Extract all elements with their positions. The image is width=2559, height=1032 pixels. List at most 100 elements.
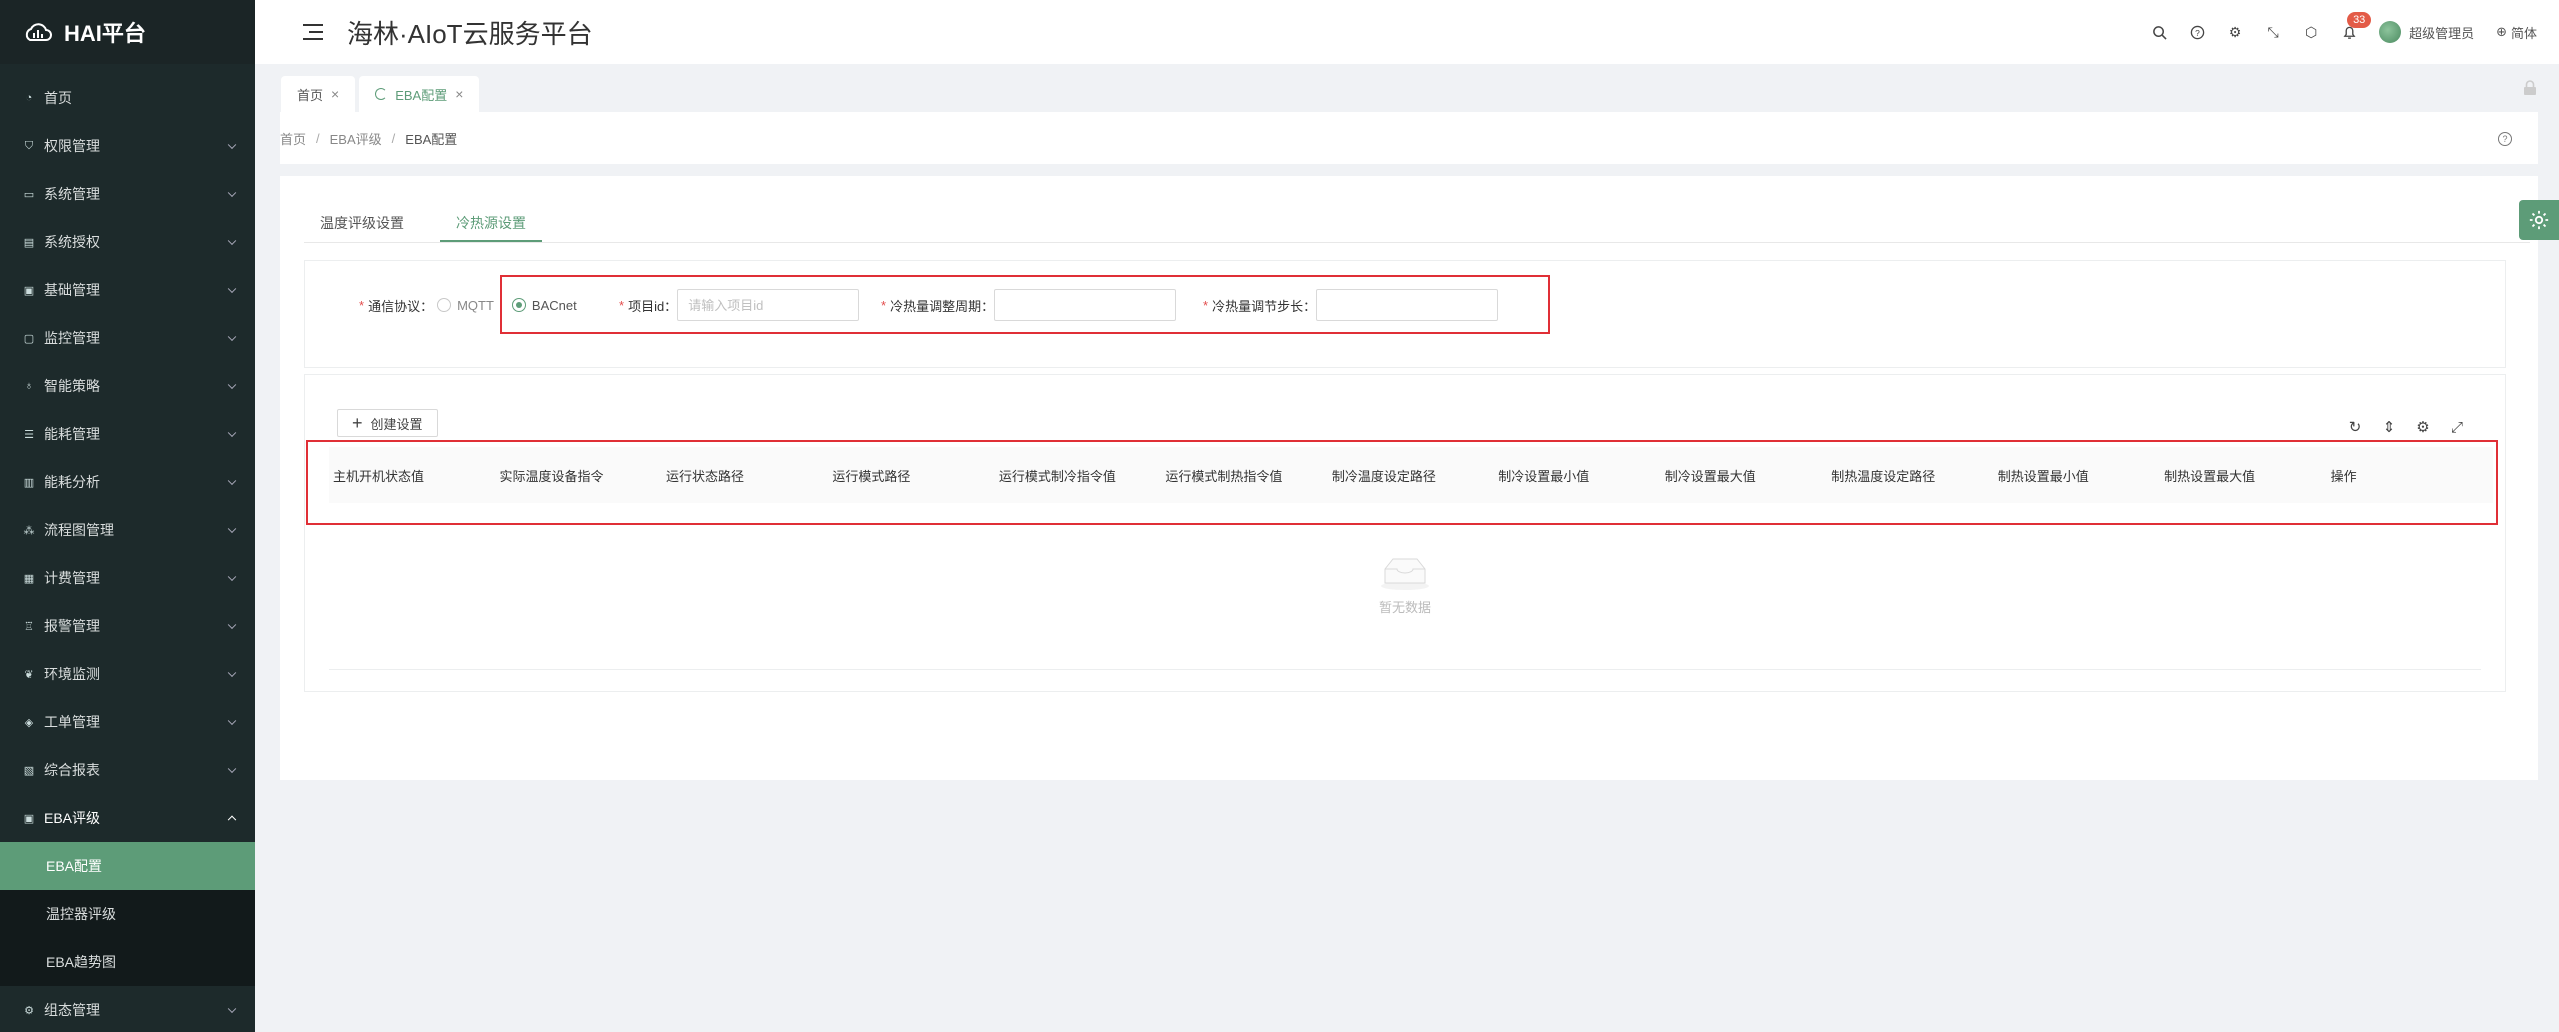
floating-settings-button[interactable] bbox=[2519, 200, 2559, 240]
create-button-label: 创建设置 bbox=[370, 416, 423, 432]
notification-badge: 33 bbox=[2347, 12, 2372, 28]
highlight-box-form bbox=[500, 275, 1550, 334]
tab-temperature-rating[interactable]: 温度评级设置 bbox=[320, 204, 404, 242]
sidebar-item-environment[interactable]: ❦ 环境监测 bbox=[0, 650, 255, 698]
tab-eba-config[interactable]: EBA配置 × bbox=[359, 76, 480, 112]
sidebar-item-configuration[interactable]: ⚙ 组态管理 bbox=[0, 986, 255, 1032]
list-icon: ☰ bbox=[24, 428, 34, 441]
theme-icon[interactable]: ⬡ bbox=[2303, 24, 2319, 40]
refresh-icon[interactable] bbox=[375, 88, 388, 100]
cloud-logo-icon bbox=[25, 23, 52, 41]
question-icon[interactable]: ? bbox=[2498, 132, 2512, 146]
screen-icon: ▢ bbox=[23, 332, 35, 345]
sidebar-item-system[interactable]: ▭ 系统管理 bbox=[0, 170, 255, 218]
sidebar-subitem-eba-trend[interactable]: EBA趋势图 bbox=[0, 938, 255, 986]
chevron-down-icon bbox=[227, 380, 237, 390]
sidebar-item-label: 工单管理 bbox=[44, 714, 100, 730]
eba-submenu: EBA配置 温控器评级 EBA趋势图 bbox=[0, 842, 255, 986]
sidebar-item-label: 温控器评级 bbox=[46, 906, 116, 922]
sidebar-item-workorder[interactable]: ◈ 工单管理 bbox=[0, 698, 255, 746]
flow-icon: ⁂ bbox=[23, 524, 35, 537]
top-header: 海林·AIoT云服务平台 ? ⚙ ⤡ ⬡ 33 超级管理员 ⊕ 简体 bbox=[255, 0, 2559, 64]
chevron-up-icon bbox=[227, 815, 237, 825]
sidebar-item-label: 监控管理 bbox=[44, 330, 100, 346]
dashboard-icon: ◔ bbox=[25, 92, 33, 104]
monitor-icon: ▭ bbox=[23, 188, 35, 201]
sidebar-item-permission[interactable]: ⛉ 权限管理 bbox=[0, 122, 255, 170]
chevron-down-icon bbox=[227, 284, 237, 294]
empty-box-icon bbox=[1381, 558, 1429, 590]
sidebar-item-alarm[interactable]: ♖ 报警管理 bbox=[0, 602, 255, 650]
breadcrumb-separator: / bbox=[316, 130, 320, 146]
column-height-icon[interactable]: ⇕ bbox=[2381, 419, 2397, 436]
sidebar-item-basic[interactable]: ▣ 基础管理 bbox=[0, 266, 255, 314]
close-icon[interactable]: × bbox=[331, 86, 339, 102]
bulb-icon: ♁ bbox=[24, 380, 34, 392]
tab-home[interactable]: 首页 × bbox=[281, 76, 356, 112]
breadcrumb-item[interactable]: 首页 bbox=[280, 129, 306, 148]
sidebar-item-report[interactable]: ▧ 综合报表 bbox=[0, 746, 255, 794]
alarm-icon: ♖ bbox=[24, 620, 34, 633]
user-menu[interactable]: 超级管理员 bbox=[2379, 21, 2474, 43]
chevron-down-icon bbox=[227, 428, 237, 438]
tab-label: EBA配置 bbox=[395, 87, 448, 103]
radio-circle[interactable] bbox=[437, 298, 452, 312]
sidebar-item-home[interactable]: ◔ 首页 bbox=[0, 74, 255, 122]
fullscreen-icon[interactable]: ⤡ bbox=[2265, 24, 2281, 40]
sidebar-item-label: 流程图管理 bbox=[44, 522, 114, 538]
chevron-down-icon bbox=[227, 140, 237, 150]
protocol-label: 通信协议： bbox=[368, 298, 434, 314]
sidebar-item-energy[interactable]: ☰ 能耗管理 bbox=[0, 410, 255, 458]
report-icon: ▧ bbox=[23, 764, 35, 777]
settings-icon[interactable]: ⚙ bbox=[2415, 419, 2431, 436]
menu-fold-icon[interactable] bbox=[303, 23, 325, 41]
create-setting-button[interactable]: + 创建设置 bbox=[337, 409, 438, 437]
help-icon[interactable]: ? bbox=[2189, 24, 2205, 40]
chevron-down-icon bbox=[227, 764, 237, 774]
refresh-icon[interactable]: ↻ bbox=[2347, 419, 2363, 436]
radio-mqtt[interactable]: MQTT bbox=[437, 298, 494, 313]
sidebar-item-label: EBA评级 bbox=[44, 810, 101, 826]
chevron-down-icon bbox=[227, 332, 237, 342]
content-tabs: 温度评级设置 冷热源设置 bbox=[320, 204, 542, 242]
tab-label: 首页 bbox=[297, 87, 324, 103]
logo-text: HAI平台 bbox=[64, 21, 146, 46]
bar-icon: ▥ bbox=[23, 476, 35, 489]
sidebar-subitem-eba-config[interactable]: EBA配置 bbox=[0, 842, 255, 890]
bill-icon: ▦ bbox=[23, 572, 35, 585]
sidebar-item-flow[interactable]: ⁂ 流程图管理 bbox=[0, 506, 255, 554]
sidebar-item-strategy[interactable]: ♁ 智能策略 bbox=[0, 362, 255, 410]
page-title: 海林·AIoT云服务平台 bbox=[347, 18, 593, 49]
sidebar-item-label: 组态管理 bbox=[44, 1002, 100, 1018]
sidebar-subitem-thermostat-rating[interactable]: 温控器评级 bbox=[0, 890, 255, 938]
sidebar-item-label: 权限管理 bbox=[44, 138, 100, 154]
fullscreen-icon[interactable]: ⤢ bbox=[2449, 419, 2465, 436]
logo[interactable]: HAI平台 bbox=[0, 0, 255, 64]
tab-cold-heat-source[interactable]: 冷热源设置 bbox=[440, 204, 542, 242]
highlight-box-table-header bbox=[306, 440, 2498, 525]
sidebar-item-monitor[interactable]: ▢ 监控管理 bbox=[0, 314, 255, 362]
settings-icon[interactable]: ⚙ bbox=[2227, 24, 2243, 40]
sidebar-item-analysis[interactable]: ▥ 能耗分析 bbox=[0, 458, 255, 506]
language-switch[interactable]: ⊕ 简体 bbox=[2496, 23, 2537, 42]
sidebar-item-eba[interactable]: ▣ EBA评级 bbox=[0, 794, 255, 842]
sidebar-item-billing[interactable]: ▦ 计费管理 bbox=[0, 554, 255, 602]
main-card: 温度评级设置 冷热源设置 * 通信协议： MQTT BACnet * 项目id：… bbox=[280, 176, 2538, 780]
gear-icon bbox=[2529, 210, 2549, 230]
settings-table-panel: + 创建设置 ↻ ⇕ ⚙ ⤢ 主机开机状态值 实际温度设备指令 运行状态路径 运… bbox=[304, 374, 2506, 692]
shield-icon: ⛉ bbox=[24, 139, 34, 152]
box-icon: ▣ bbox=[23, 284, 35, 297]
breadcrumb: 首页 / EBA评级 / EBA配置 ? bbox=[280, 112, 2538, 164]
tabs-divider bbox=[304, 242, 2530, 243]
chevron-down-icon bbox=[227, 188, 237, 198]
close-icon[interactable]: × bbox=[455, 86, 463, 102]
breadcrumb-item[interactable]: EBA评级 bbox=[330, 129, 382, 148]
sidebar-item-license[interactable]: ▤ 系统授权 bbox=[0, 218, 255, 266]
sidebar-item-label: 智能策略 bbox=[44, 378, 100, 394]
breadcrumb-current: EBA配置 bbox=[405, 131, 458, 147]
sidebar-item-label: EBA趋势图 bbox=[46, 954, 117, 970]
search-icon[interactable] bbox=[2151, 24, 2167, 40]
lock-icon[interactable] bbox=[2523, 80, 2537, 96]
bell-icon[interactable]: 33 bbox=[2341, 12, 2372, 40]
tabs-bar: 首页 × EBA配置 × bbox=[255, 64, 2559, 112]
